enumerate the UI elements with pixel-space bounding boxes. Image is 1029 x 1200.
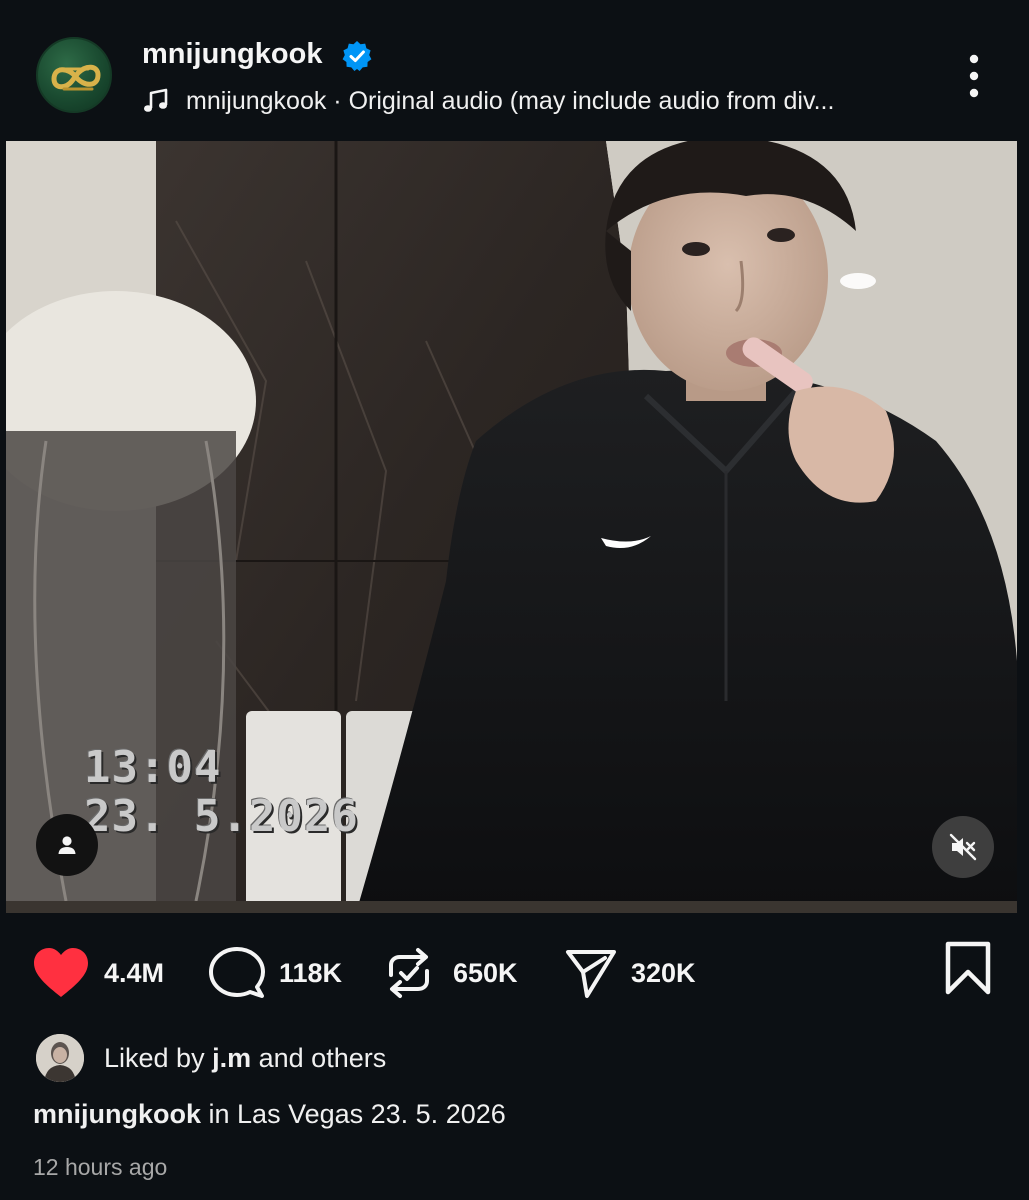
header-username[interactable]: mnijungkook	[142, 38, 322, 71]
share-count[interactable]: 320K	[631, 958, 696, 989]
liked-by-username[interactable]: j.m	[212, 1043, 251, 1073]
post-timestamp: 12 hours ago	[33, 1154, 168, 1180]
post-caption: mnijungkook in Las Vegas 23. 5. 2026	[33, 1099, 506, 1130]
comment-count[interactable]: 118K	[279, 958, 342, 989]
repost-icon[interactable]	[385, 947, 433, 999]
speaker-muted-icon	[949, 833, 977, 861]
post-header: mnijungkook mnijungkook · Original audio…	[0, 0, 1029, 140]
share-action: 320K	[565, 935, 696, 1011]
repost-action: 650K	[385, 935, 518, 1011]
send-paper-plane-icon[interactable]	[565, 947, 617, 999]
caption-username[interactable]: mnijungkook	[33, 1099, 201, 1129]
overlay-date: 23. 5.2026	[84, 791, 359, 842]
action-bar: 4.4M 118K 650K 320K	[0, 935, 1029, 1011]
music-note-icon	[144, 88, 168, 112]
liked-by-text: Liked by j.m and others	[104, 1043, 386, 1074]
heart-filled-icon[interactable]	[32, 947, 90, 999]
liked-by-user-photo	[36, 1034, 84, 1082]
repost-count[interactable]: 650K	[453, 958, 518, 989]
more-options-icon[interactable]	[956, 52, 992, 102]
comment-action: 118K	[209, 935, 342, 1011]
post-video[interactable]: 13:04 23. 5.2026	[6, 141, 1017, 913]
comment-bubble-icon[interactable]	[209, 947, 265, 999]
caption-text: in Las Vegas 23. 5. 2026	[208, 1099, 506, 1129]
liked-by-avatar[interactable]	[36, 1034, 84, 1082]
person-tag-icon	[58, 836, 76, 854]
bookmark-icon[interactable]	[944, 941, 992, 995]
liked-by-prefix: Liked by	[104, 1042, 205, 1073]
liked-by-row[interactable]: Liked by j.m and others	[36, 1033, 386, 1083]
liked-by-suffix[interactable]: and others	[259, 1043, 387, 1073]
audio-label: mnijungkook · Original audio (may includ…	[186, 86, 835, 115]
verified-badge-icon	[342, 41, 372, 71]
overlay-time: 13:04	[84, 742, 222, 793]
like-count[interactable]: 4.4M	[104, 958, 164, 989]
profile-avatar[interactable]	[36, 37, 112, 113]
mute-toggle-button[interactable]	[932, 816, 994, 878]
like-action: 4.4M	[32, 935, 164, 1011]
tagged-people-button[interactable]	[36, 814, 98, 876]
audio-attribution[interactable]: mnijungkook · Original audio (may includ…	[142, 84, 834, 118]
gold-infinity-logo-icon	[51, 64, 101, 91]
